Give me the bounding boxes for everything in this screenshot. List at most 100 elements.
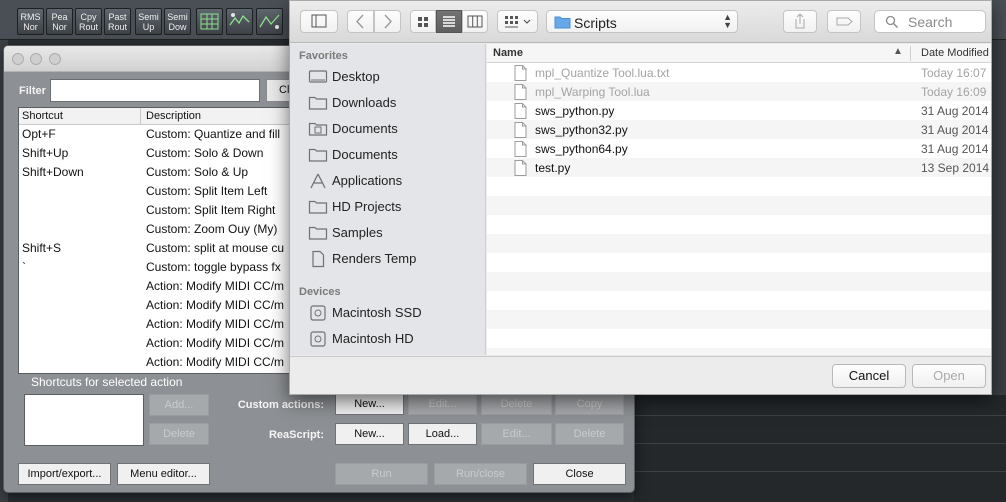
action-row[interactable]: Action: Modify MIDI CC/m <box>19 315 307 334</box>
file-row <box>487 215 991 234</box>
column-header-description[interactable]: Description <box>146 110 201 122</box>
icon-view-icon <box>418 17 428 27</box>
desktop-icon <box>308 68 328 86</box>
sidebar-item-label: Macintosh SSD <box>332 305 422 320</box>
toolbar-button-midi-grid[interactable] <box>196 8 223 35</box>
back-button[interactable] <box>347 10 374 33</box>
reascript-delete-button[interactable]: Delete <box>555 423 624 445</box>
sidebar-item[interactable]: Documents <box>308 143 484 167</box>
custom-action-edit-button[interactable]: Edit... <box>408 393 477 415</box>
action-description: Action: Modify MIDI CC/m <box>146 279 285 293</box>
sidebar-item[interactable]: Desktop <box>308 65 484 89</box>
forward-button[interactable] <box>374 10 401 33</box>
file-row <box>487 329 991 348</box>
toolbar-button-copy-routing[interactable]: Cpy Rout <box>75 8 102 35</box>
sidebar-item[interactable]: Downloads <box>308 91 484 115</box>
reascript-load-button[interactable]: Load... <box>408 423 477 445</box>
sidebar-toggle-button[interactable] <box>300 10 338 33</box>
action-table[interactable]: Shortcut Description Opt+F Custom: Quanti… <box>18 107 308 374</box>
cancel-button[interactable]: Cancel <box>832 364 906 388</box>
file-date: 31 Aug 2014 <box>921 123 989 137</box>
sidebar-item[interactable]: Documents <box>308 117 484 141</box>
action-row[interactable]: Custom: Zoom Ouy (My) <box>19 220 307 239</box>
column-header-name[interactable]: Name <box>493 47 523 59</box>
column-header-shortcut[interactable]: Shortcut <box>22 110 63 122</box>
sidebar-item[interactable]: Applications <box>308 169 484 193</box>
toolbar-button-envelope-shape[interactable] <box>256 8 283 35</box>
dialog-toolbar: Scripts ▲ ▼ Search <box>290 1 991 43</box>
action-row[interactable]: ` Custom: toggle bypass fx <box>19 258 307 277</box>
sidebar-item[interactable]: Macintosh SSD <box>308 301 484 325</box>
import-export-button[interactable]: Import/export... <box>18 463 111 485</box>
add-shortcut-button[interactable]: Add... <box>149 394 209 416</box>
arrange-button[interactable] <box>497 10 538 33</box>
run-button[interactable]: Run <box>335 463 428 485</box>
toolbar-button-semitone-down[interactable]: Semi Dow <box>164 8 191 35</box>
list-view-icon <box>443 16 455 27</box>
file-row: mpl_Quantize Tool.lua.txt Today 16:07 <box>487 63 991 82</box>
action-row[interactable]: Action: Modify MIDI CC/m <box>19 277 307 296</box>
action-row[interactable]: Shift+S Custom: split at mouse cu <box>19 239 307 258</box>
sidebar-item-label: Renders Temp <box>332 251 417 266</box>
zoom-window-button[interactable] <box>49 53 61 65</box>
sidebar-item[interactable]: HD Projects <box>308 195 484 219</box>
sidebar-item-label: Desktop <box>332 69 380 84</box>
action-shortcut: Opt+F <box>22 127 56 141</box>
custom-action-copy-button[interactable]: Copy <box>555 393 624 415</box>
file-name: test.py <box>535 161 571 175</box>
up-down-arrows-icon: ▲ ▼ <box>723 12 732 30</box>
search-field[interactable]: Search <box>874 10 986 33</box>
file-row[interactable]: sws_python32.py 31 Aug 2014 <box>487 120 991 139</box>
sidebar-item-label: Documents <box>332 121 398 136</box>
column-header-date-modified[interactable]: Date Modified <box>921 47 989 59</box>
shortcuts-list[interactable] <box>24 394 144 446</box>
sidebar-item[interactable]: Renders Temp <box>308 247 484 271</box>
tags-button[interactable] <box>827 10 861 33</box>
filter-input[interactable] <box>50 79 260 102</box>
file-date: 31 Aug 2014 <box>921 142 989 156</box>
reascript-edit-button[interactable]: Edit... <box>481 423 552 445</box>
action-row[interactable]: Action: Modify MIDI CC/m <box>19 334 307 353</box>
list-view-button[interactable] <box>436 10 462 33</box>
menu-editor-button[interactable]: Menu editor... <box>117 463 210 485</box>
close-button[interactable]: Close <box>533 463 626 485</box>
search-icon <box>885 15 898 28</box>
action-row[interactable]: Opt+F Custom: Quantize and fill <box>19 125 307 144</box>
action-row[interactable]: Shift+Down Custom: Solo & Up <box>19 163 307 182</box>
folder-icon <box>308 94 328 112</box>
reascript-new-button[interactable]: New... <box>335 423 404 445</box>
toolbar-button-peak-normalize[interactable]: Pea Nor <box>46 8 73 35</box>
action-row[interactable]: Action: Modify MIDI CC/m <box>19 353 307 372</box>
location-popup[interactable]: Scripts ▲ ▼ <box>546 10 738 33</box>
delete-shortcut-button[interactable]: Delete <box>149 423 209 445</box>
custom-action-new-button[interactable]: New... <box>335 393 404 415</box>
toolbar-button-line1: Cpy <box>80 12 97 22</box>
action-row[interactable]: Shift+Up Custom: Solo & Down <box>19 144 307 163</box>
minimize-window-button[interactable] <box>30 53 42 65</box>
action-row[interactable]: Action: Modify MIDI CC/m <box>19 296 307 315</box>
file-date: 31 Aug 2014 <box>921 104 989 118</box>
action-row[interactable]: Custom: Split Item Left <box>19 182 307 201</box>
run-close-button[interactable]: Run/close <box>434 463 527 485</box>
toolbar-button-paste-routing[interactable]: Past Rout <box>104 8 131 35</box>
close-window-button[interactable] <box>12 53 24 65</box>
custom-action-delete-button[interactable]: Delete <box>481 393 552 415</box>
action-row[interactable]: Custom: Split Item Right <box>19 201 307 220</box>
file-row[interactable]: sws_python64.py 31 Aug 2014 <box>487 139 991 158</box>
toolbar-button-line1: Pea <box>51 12 68 22</box>
icon-view-button[interactable] <box>410 10 436 33</box>
toolbar-button-envelope-random[interactable] <box>226 8 253 35</box>
sidebar-item-label: Macintosh HD <box>332 331 414 346</box>
file-row[interactable]: sws_python.py 31 Aug 2014 <box>487 101 991 120</box>
sidebar-item[interactable]: Samples <box>308 221 484 245</box>
toolbar-button-semitone-up[interactable]: Semi Up <box>135 8 162 35</box>
file-row[interactable]: test.py 13 Sep 2014 <box>487 158 991 177</box>
toolbar-button-rms-normalize[interactable]: RMS Nor <box>17 8 44 35</box>
column-view-button[interactable] <box>462 10 488 33</box>
file-list[interactable]: Name ▲ Date Modified mpl_Quantize Tool.l… <box>487 44 991 355</box>
sidebar-item[interactable]: Macintosh HD <box>308 327 484 351</box>
custom-actions-label: Custom actions: <box>237 399 324 411</box>
share-button[interactable] <box>783 10 817 33</box>
open-button[interactable]: Open <box>912 364 986 388</box>
action-description: Custom: split at mouse cu <box>146 241 285 255</box>
